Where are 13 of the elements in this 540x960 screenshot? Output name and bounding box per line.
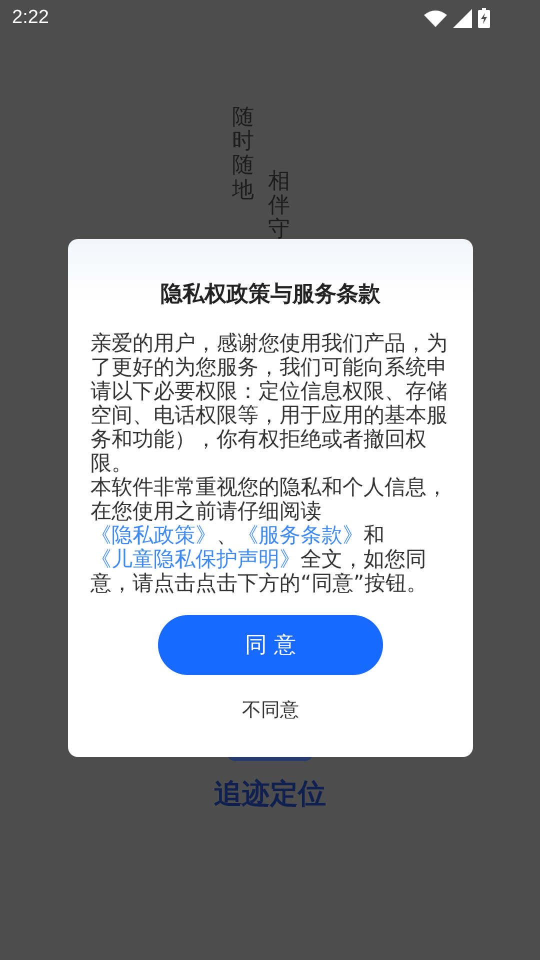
policy-paragraph: 本软件非常重视您的隐私和个人信息，在您使用之前请仔细阅读 《隐私政策》、《服务条款》和 《儿童隐私保护声明》全文，如您同意，请点击点击下方的“同意”按钮。: [90, 475, 448, 595]
agree-button[interactable]: 同 意: [158, 615, 383, 675]
wifi-icon: [424, 10, 447, 26]
policy-link[interactable]: 《隐私政策》: [90, 523, 216, 547]
policy-paragraph: 亲爱的用户，感谢您使用我们产品，为了更好的为您服务，我们可能向系统申请以下必要权限：定位信息权限、存储空间、电话权限等，用于应用的基本服务和功能），你有权拒绝或者撤回权限。: [90, 331, 448, 475]
decline-button[interactable]: 不同意: [234, 693, 307, 727]
policy-link[interactable]: 《儿童隐私保护声明》: [90, 547, 300, 571]
signal-icon: [453, 8, 472, 28]
dialog-title: 隐私权政策与服务条款: [160, 281, 380, 309]
app-name: 追迹定位: [214, 776, 326, 812]
policy-link[interactable]: 《服务条款》: [238, 523, 364, 547]
battery-icon: [478, 8, 490, 28]
status-time: 2:22: [12, 7, 49, 29]
